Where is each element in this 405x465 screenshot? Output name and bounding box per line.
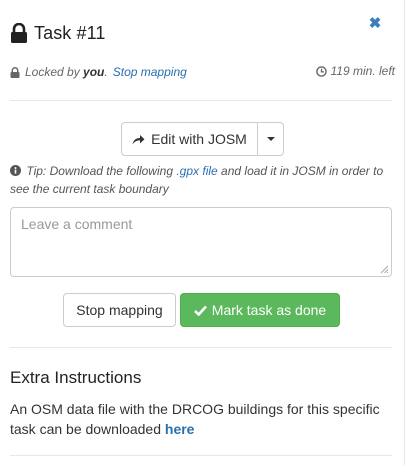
clock-icon xyxy=(315,65,327,77)
extra-instructions-title: Extra Instructions xyxy=(10,368,142,387)
editor-dropdown-toggle[interactable] xyxy=(258,122,284,156)
time-left-label: 119 min. left xyxy=(330,64,395,78)
task-title: Task #11 xyxy=(34,22,106,43)
task-header: Task #11 xyxy=(10,20,106,46)
lock-icon xyxy=(11,23,27,43)
comment-input[interactable] xyxy=(10,207,392,277)
time-remaining: 119 min. left xyxy=(315,64,395,78)
info-icon xyxy=(10,165,21,176)
edit-with-josm-button[interactable]: Edit with JOSM xyxy=(121,122,258,156)
mark-task-done-label: Mark task as done xyxy=(211,302,327,318)
gpx-file-link[interactable]: .gpx file xyxy=(176,164,217,178)
stop-mapping-button[interactable]: Stop mapping xyxy=(63,293,176,327)
download-here-link[interactable]: here xyxy=(165,421,195,437)
lock-icon xyxy=(10,66,20,78)
resize-grip-icon[interactable] xyxy=(380,265,389,274)
check-icon xyxy=(193,305,207,316)
stop-mapping-link[interactable]: Stop mapping xyxy=(113,65,187,79)
extra-instructions-text: An OSM data file with the DRCOG building… xyxy=(10,399,395,439)
josm-button-group: Edit with JOSM xyxy=(121,122,284,156)
tip-prefix: Tip: Download the following xyxy=(26,164,173,178)
locked-suffix: . xyxy=(104,65,108,79)
locked-user: you xyxy=(83,65,105,79)
extra-instructions-body: An OSM data file with the DRCOG building… xyxy=(10,401,380,437)
share-arrow-icon xyxy=(132,134,145,144)
divider xyxy=(10,100,392,101)
caret-down-icon xyxy=(266,137,275,141)
task-panel: Task #11 ✖ Locked by you. Stop mapping 1… xyxy=(0,0,405,465)
locked-by-label: Locked by xyxy=(25,65,80,79)
edit-with-josm-label: Edit with JOSM xyxy=(151,131,247,147)
divider xyxy=(10,455,392,456)
stop-mapping-label: Stop mapping xyxy=(76,302,163,318)
tip-text: Tip: Download the following .gpx file an… xyxy=(10,162,390,198)
lock-status: Locked by you. Stop mapping 119 min. lef… xyxy=(10,64,395,80)
close-icon[interactable]: ✖ xyxy=(368,16,382,32)
divider xyxy=(10,347,392,348)
mark-task-done-button[interactable]: Mark task as done xyxy=(180,293,340,327)
